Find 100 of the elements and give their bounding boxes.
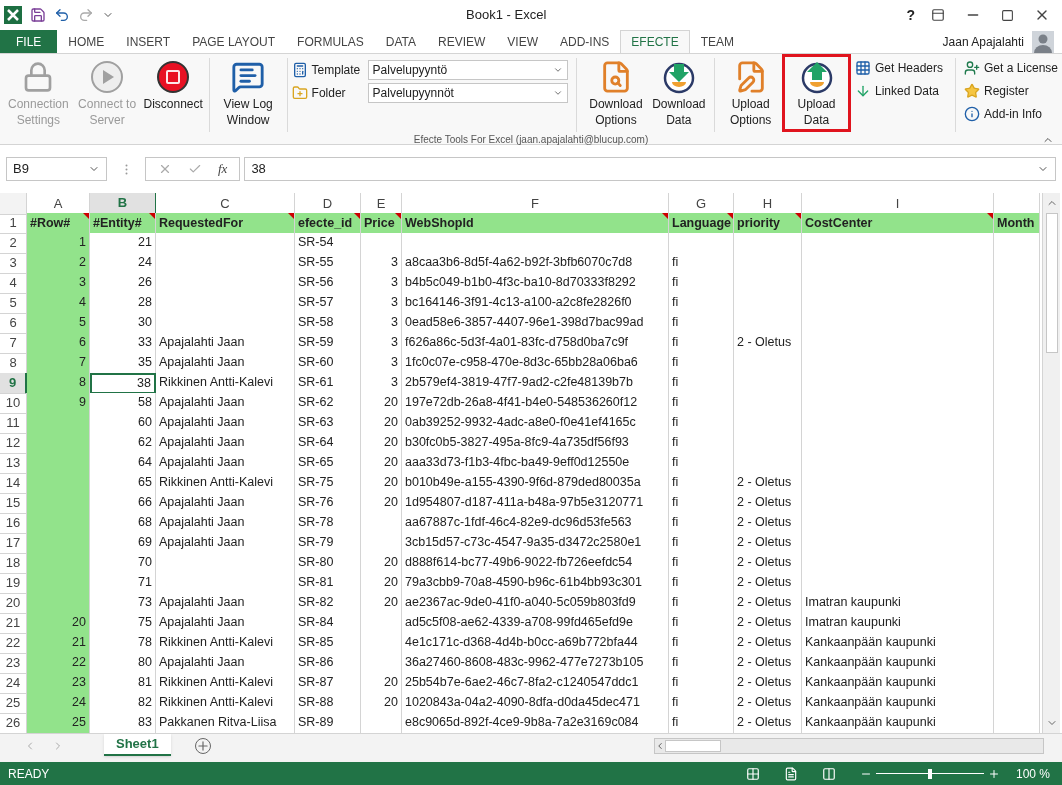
horizontal-scrollbar[interactable]: [654, 738, 1044, 754]
insert-function-button[interactable]: fx: [218, 159, 228, 179]
header-cell: Price: [361, 213, 402, 234]
ribbon-button[interactable]: Upload Options: [719, 58, 783, 128]
table-cell: SR-59: [295, 333, 361, 354]
table-cell: 82: [90, 693, 156, 714]
table-cell: 2b579ef4-3819-47f7-9ad2-c2fe48139b7b: [402, 373, 669, 394]
table-cell: Rikkinen Antti-Kalevi: [156, 673, 295, 694]
table-cell: Kankaanpään kaupunki: [802, 713, 994, 734]
table-cell: 81: [90, 673, 156, 694]
scroll-left-icon[interactable]: [655, 741, 665, 751]
dropdown-field[interactable]: Palvelupyyntö: [367, 60, 568, 80]
table-cell: SR-60: [295, 353, 361, 374]
ribbon-tab[interactable]: HOME: [57, 30, 116, 53]
table-cell: 20: [361, 573, 402, 594]
zoom-slider[interactable]: [875, 768, 984, 779]
ribbon-button[interactable]: Download Data: [647, 58, 711, 128]
zoom-in-icon[interactable]: [987, 767, 1000, 780]
table-cell: Apajalahti Jaan: [156, 453, 295, 474]
table-cell: Rikkinen Antti-Kalevi: [156, 693, 295, 714]
sheet-tab[interactable]: Sheet1: [104, 734, 171, 756]
drag-handle-icon[interactable]: [124, 163, 128, 175]
table-cell: 20: [361, 493, 402, 514]
table-cell: SR-81: [295, 573, 361, 594]
table-cell: 2 - Oletus: [734, 713, 802, 734]
selector-label: Template: [311, 62, 362, 79]
download-icon: [661, 60, 696, 94]
table-cell: 3: [361, 293, 402, 314]
table-cell: 38: [90, 373, 156, 394]
table-cell: fi: [669, 353, 734, 374]
table-cell: fi: [669, 533, 734, 554]
ribbon-tab[interactable]: ADD-INS: [549, 30, 621, 53]
cancel-icon[interactable]: [158, 162, 172, 176]
save-icon[interactable]: [30, 7, 46, 23]
ribbon-tab[interactable]: INSERT: [115, 30, 182, 53]
scroll-thumb[interactable]: [1045, 213, 1058, 353]
table-cell: 2 - Oletus: [734, 493, 802, 514]
zoom-thumb[interactable]: [927, 768, 932, 779]
table-cell: 5: [27, 313, 90, 334]
enter-icon[interactable]: [188, 162, 202, 176]
caret-icon[interactable]: [552, 65, 563, 75]
page-layout-icon[interactable]: [783, 766, 798, 781]
zoom-level[interactable]: 100 %: [1015, 764, 1050, 783]
table-cell: b30fc0b5-3827-495a-8fc9-4a735df56f93: [402, 433, 669, 454]
name-box[interactable]: B9: [6, 157, 107, 181]
vertical-scrollbar[interactable]: [1042, 193, 1060, 733]
play-icon: [90, 60, 125, 94]
header-cell: RequestedFor: [156, 213, 295, 234]
ribbon-tab[interactable]: VIEW: [496, 30, 549, 53]
ribbon-tab[interactable]: PAGE LAYOUT: [181, 30, 287, 53]
table-cell: 28: [90, 293, 156, 314]
ribbon-button[interactable]: Upload Data: [782, 54, 851, 132]
ribbon-button[interactable]: Download Options: [584, 58, 648, 128]
ribbon-tab[interactable]: TEAM: [689, 30, 746, 53]
ribbon-small-button[interactable]: Linked Data: [854, 81, 943, 101]
scroll-thumb[interactable]: [665, 740, 721, 752]
user-name[interactable]: Jaan Apajalahti: [942, 32, 1024, 51]
table-cell: fi: [669, 413, 734, 434]
file-tab[interactable]: FILE: [0, 30, 58, 53]
table-cell: 2 - Oletus: [734, 513, 802, 534]
table-cell: fi: [669, 613, 734, 634]
ribbon-tab[interactable]: FORMULAS: [286, 30, 375, 53]
ribbon-tab[interactable]: REVIEW: [427, 30, 497, 53]
ribbon-tab[interactable]: DATA: [374, 30, 427, 53]
table-cell: Apajalahti Jaan: [156, 493, 295, 514]
table-cell: fi: [669, 393, 734, 414]
table-cell: ae2367ac-9de0-41f0-a040-5c059b803fd9: [402, 593, 669, 614]
row-header[interactable]: 9: [0, 373, 27, 394]
ribbon-small-button[interactable]: Get Headers: [854, 58, 943, 78]
table-cell: 2 - Oletus: [734, 333, 802, 354]
ribbon-small-button[interactable]: Register: [964, 81, 1059, 101]
formula-input[interactable]: 38: [244, 157, 1056, 181]
help-button[interactable]: ?: [898, 4, 923, 26]
table-cell: fi: [669, 433, 734, 454]
ribbon-button[interactable]: View Log Window: [213, 58, 283, 128]
maximize-icon[interactable]: [1001, 8, 1014, 22]
table-cell: SR-78: [295, 513, 361, 534]
ribbon-button[interactable]: Disconnect: [141, 58, 205, 112]
table-cell: Apajalahti Jaan: [156, 653, 295, 674]
undo-icon[interactable]: [54, 7, 70, 23]
ribbon-small-button[interactable]: Add-in Info: [964, 104, 1059, 124]
caret-icon[interactable]: [552, 88, 563, 98]
table-cell: 3: [361, 333, 402, 354]
ribbon-display-icon[interactable]: [931, 8, 945, 22]
column-header[interactable]: B: [90, 193, 156, 215]
table-cell: 4e1c171c-d368-4d4b-b0cc-a69b772bfa44: [402, 633, 669, 654]
table-cell: SR-55: [295, 253, 361, 274]
table-cell: 21: [27, 633, 90, 654]
ribbon-small-button[interactable]: Get a License: [964, 58, 1059, 78]
dropdown-field[interactable]: Palvelupyynnöt: [367, 83, 568, 103]
ribbon-tab[interactable]: EFECTE: [620, 30, 690, 53]
redo-icon[interactable]: [78, 7, 94, 23]
normal-view-icon[interactable]: [745, 766, 760, 781]
page-break-icon[interactable]: [821, 766, 836, 781]
upload-icon: [799, 60, 834, 94]
table-cell: 24: [90, 253, 156, 274]
table-cell: 75: [90, 613, 156, 634]
table-cell: d888f614-bc77-49b6-9022-fb726eefdc54: [402, 553, 669, 574]
folder-icon: [291, 85, 308, 101]
selector-label: Folder: [311, 85, 347, 102]
